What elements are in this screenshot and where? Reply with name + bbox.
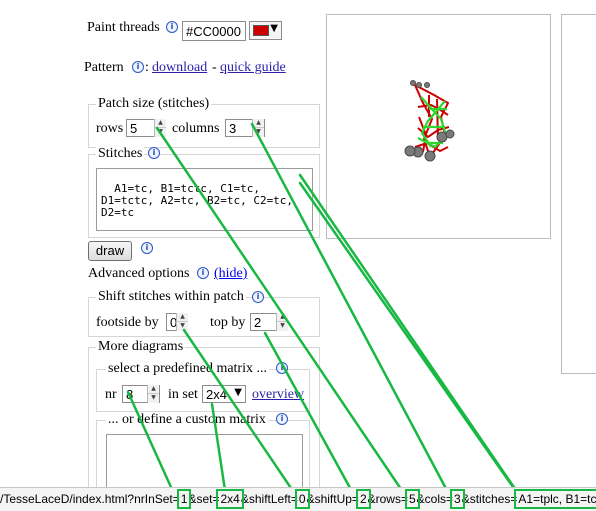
status-highlight-set: 2x4 <box>216 489 244 509</box>
shift-legend: Shift stitches within patch <box>96 289 246 305</box>
status-url-part: &shiftUp= <box>306 492 359 506</box>
overview-link[interactable]: overview <box>252 387 304 403</box>
pattern-label: Pattern <box>84 60 124 75</box>
status-url-part: /TesseLaceD/index.html?nrInSet= <box>0 492 180 506</box>
draw-info-icon[interactable]: i <box>141 242 153 254</box>
status-highlight-shiftup: 2 <box>356 489 371 509</box>
predefined-legend: select a predefined matrix ... <box>106 361 269 377</box>
custom-info-icon[interactable]: i <box>276 413 288 425</box>
chevron-down-icon: ▼ <box>234 387 242 398</box>
patch-size-legend: Patch size (stitches) <box>96 96 212 112</box>
stitches-info-icon[interactable]: i <box>148 147 160 159</box>
columns-label: columns <box>172 121 220 136</box>
paint-threads-label: Paint threads <box>87 20 160 35</box>
color-swatch <box>253 25 269 36</box>
status-url-part: &shiftLeft= <box>240 492 298 506</box>
stitches-text: A1=tc, B1=tctc, C1=tc, D1=tctc, A2=tc, B… <box>101 182 294 219</box>
secondary-panel <box>561 14 596 374</box>
predefined-info-icon[interactable]: i <box>276 362 288 374</box>
stitches-legend: Stitches <box>96 146 145 162</box>
more-diagrams-legend: More diagrams <box>96 339 186 355</box>
footside-label: footside by <box>96 315 159 330</box>
browser-status-bar: /TesseLaceD/index.html?nrInSet=1&set=2x4… <box>0 487 596 511</box>
nr-spinner[interactable]: ▲ ▼ <box>147 385 159 403</box>
rows-spinner[interactable]: ▲ ▼ <box>154 119 166 137</box>
thread-diagram-panel <box>326 14 551 239</box>
status-highlight-cols: 3 <box>450 489 465 509</box>
advanced-info-icon[interactable]: i <box>197 267 209 279</box>
top-spinner[interactable]: ▲ ▼ <box>276 313 288 331</box>
draw-button[interactable]: draw <box>88 241 132 261</box>
thread-diagram <box>404 80 455 162</box>
status-url-part: &rows= <box>367 492 408 506</box>
status-url-part: &set= <box>188 492 220 506</box>
stitches-textarea[interactable]: A1=tc, B1=tctc, C1=tc, D1=tctc, A2=tc, B… <box>96 168 313 231</box>
pattern-info-icon[interactable]: i <box>132 61 144 73</box>
nr-label: nr <box>105 387 117 402</box>
hide-link[interactable]: (hide) <box>214 266 247 282</box>
pattern-separator: : <box>145 60 149 75</box>
columns-spinner[interactable]: ▲ ▼ <box>252 119 264 137</box>
set-select[interactable]: 2x4 ▼ <box>202 385 246 403</box>
rows-label: rows <box>96 121 124 136</box>
status-url-part: &stitches= <box>461 492 518 506</box>
custom-matrix-textarea[interactable] <box>106 434 303 487</box>
quick-guide-link[interactable]: quick guide <box>220 60 286 76</box>
footside-spinner[interactable]: ▲ ▼ <box>176 313 188 331</box>
pattern-dash: - <box>212 60 217 75</box>
status-highlight-rows: 5 <box>405 489 420 509</box>
status-highlight-shiftleft: 0 <box>294 489 310 509</box>
download-link[interactable]: download <box>152 60 207 76</box>
shift-info-icon[interactable]: i <box>252 291 264 303</box>
color-picker-button[interactable]: ▼ <box>249 21 282 40</box>
custom-legend: ... or define a custom matrix <box>106 412 268 428</box>
paint-threads-info-icon[interactable]: i <box>166 21 178 33</box>
paint-threads-color-input[interactable]: #CC0000 <box>182 21 246 41</box>
set-select-value: 2x4 <box>206 387 227 402</box>
top-label: top by <box>210 315 246 330</box>
advanced-options-label: Advanced options <box>88 266 190 281</box>
chevron-down-icon: ▼ <box>270 23 278 34</box>
status-highlight-stitches: A1=tplc, B1=tctc <box>514 489 596 509</box>
in-set-label: in set <box>168 387 198 402</box>
status-url-part: &cols= <box>416 492 454 506</box>
